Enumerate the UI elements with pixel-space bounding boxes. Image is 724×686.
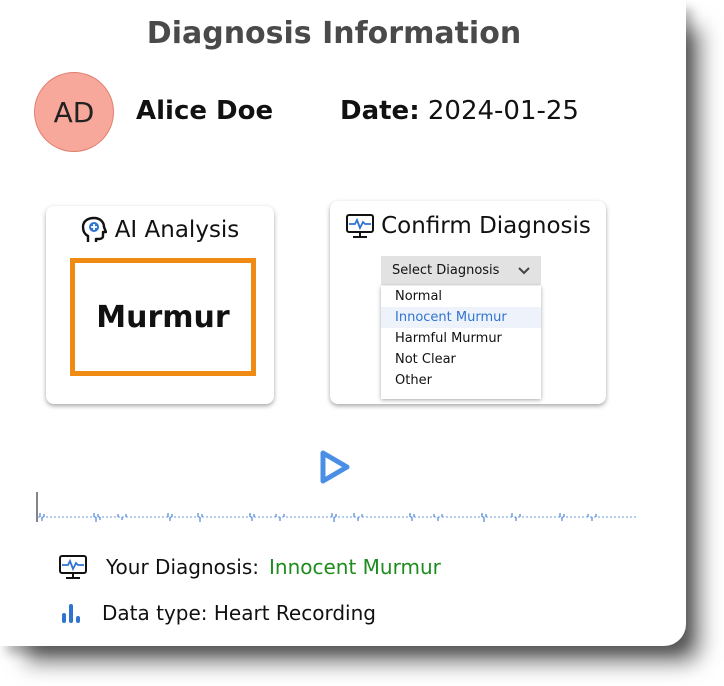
date-value: 2024-01-25 xyxy=(427,96,579,126)
diagnosis-select[interactable]: Select Diagnosis xyxy=(381,256,541,285)
option-harmful-murmur[interactable]: Harmful Murmur xyxy=(381,328,541,349)
option-normal[interactable]: Normal xyxy=(381,286,541,307)
your-diagnosis-label: Your Diagnosis: xyxy=(106,555,260,579)
diagnosis-card: Diagnosis Information AD Alice Doe Date:… xyxy=(0,0,686,646)
patient-name: Alice Doe xyxy=(136,96,274,126)
confirm-diagnosis-panel: Confirm Diagnosis Select Diagnosis Norma… xyxy=(330,201,606,404)
monitor-heartbeat-icon xyxy=(59,555,87,579)
your-diagnosis-row: Your Diagnosis: Innocent Murmur xyxy=(58,554,441,580)
chevron-down-icon xyxy=(518,267,530,275)
data-type-row: Data type: Heart Recording xyxy=(58,600,376,626)
ai-analysis-header: AI Analysis xyxy=(46,216,274,244)
confirm-diagnosis-header: Confirm Diagnosis xyxy=(330,213,606,239)
bar-chart-icon xyxy=(62,604,80,623)
data-type-label: Data type: Heart Recording xyxy=(102,601,376,625)
ai-result-box: Murmur xyxy=(70,258,256,376)
monitor-heartbeat-icon xyxy=(346,214,375,238)
select-label: Select Diagnosis xyxy=(392,263,500,278)
ai-analysis-title: AI Analysis xyxy=(114,217,240,243)
avatar-initials: AD xyxy=(53,95,95,129)
avatar: AD xyxy=(34,72,114,152)
ai-head-icon xyxy=(81,216,107,242)
your-diagnosis-value: Innocent Murmur xyxy=(269,555,441,579)
option-innocent-murmur[interactable]: Innocent Murmur xyxy=(381,307,541,328)
diagnosis-date: Date: 2024-01-25 xyxy=(340,96,579,126)
date-label: Date: xyxy=(340,96,420,126)
audio-waveform[interactable] xyxy=(36,490,638,524)
ai-analysis-panel: AI Analysis Murmur xyxy=(46,206,274,404)
option-other[interactable]: Other xyxy=(381,370,541,391)
ai-result: Murmur xyxy=(96,299,230,335)
page-title: Diagnosis Information xyxy=(146,16,522,51)
diagnosis-dropdown: Normal Innocent Murmur Harmful Murmur No… xyxy=(381,286,541,399)
confirm-diagnosis-title: Confirm Diagnosis xyxy=(381,213,591,239)
option-not-clear[interactable]: Not Clear xyxy=(381,349,541,370)
play-icon[interactable] xyxy=(318,449,352,485)
